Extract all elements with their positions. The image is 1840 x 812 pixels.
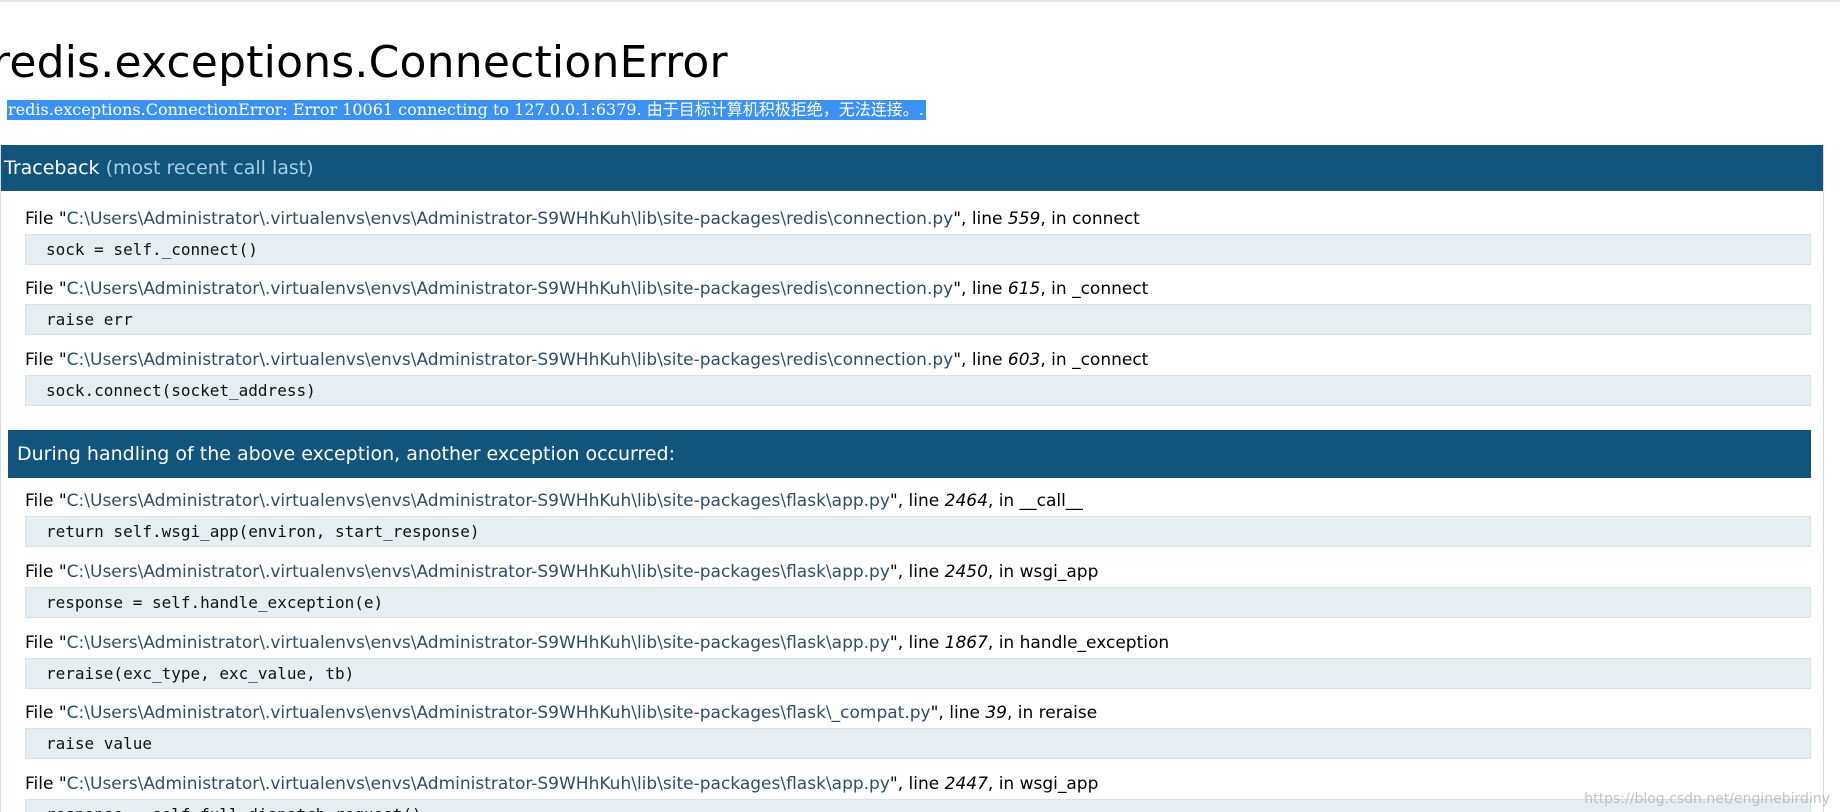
error-message[interactable]: redis.exceptions.ConnectionError: Error … xyxy=(7,100,926,120)
frame-source-line[interactable]: reraise(exc_type, exc_value, tb) xyxy=(25,658,1811,689)
frame-file-prefix: File " xyxy=(25,209,67,229)
traceback-frame[interactable]: File "C:\Users\Administrator\.virtualenv… xyxy=(25,278,1811,335)
frame-location: File "C:\Users\Administrator\.virtualenv… xyxy=(25,773,1811,795)
frame-line-number: 603 xyxy=(1007,350,1041,370)
frame-file-prefix: File " xyxy=(25,279,67,299)
frame-line-number: 2450 xyxy=(944,562,988,582)
frame-function: , in wsgi_app xyxy=(987,562,1099,582)
frame-function: , in connect xyxy=(1040,209,1140,229)
frame-location: File "C:\Users\Administrator\.virtualenv… xyxy=(25,490,1811,512)
frame-line-number: 1867 xyxy=(944,633,988,653)
frame-file-path: C:\Users\Administrator\.virtualenvs\envs… xyxy=(66,350,954,370)
traceback-frame[interactable]: File "C:\Users\Administrator\.virtualenv… xyxy=(25,561,1811,618)
top-rule xyxy=(0,0,1840,2)
frame-location: File "C:\Users\Administrator\.virtualenv… xyxy=(25,278,1811,300)
frame-line-prefix: ", line xyxy=(889,633,945,653)
traceback-frame[interactable]: File "C:\Users\Administrator\.virtualenv… xyxy=(25,702,1811,759)
traceback-frame[interactable]: File "C:\Users\Administrator\.virtualenv… xyxy=(25,490,1811,547)
frame-location: File "C:\Users\Administrator\.virtualenv… xyxy=(25,208,1811,230)
frame-function: , in reraise xyxy=(1006,703,1098,723)
frame-line-prefix: ", line xyxy=(930,703,986,723)
frame-source-line[interactable]: raise value xyxy=(25,728,1811,759)
frame-file-path: C:\Users\Administrator\.virtualenvs\envs… xyxy=(66,703,931,723)
traceback-frame[interactable]: File "C:\Users\Administrator\.virtualenv… xyxy=(25,773,1811,812)
frame-file-prefix: File " xyxy=(25,562,67,582)
frame-line-number: 559 xyxy=(1007,209,1041,229)
frame-line-number: 2464 xyxy=(944,491,988,511)
frame-line-prefix: ", line xyxy=(889,562,945,582)
frame-file-path: C:\Users\Administrator\.virtualenvs\envs… xyxy=(66,491,890,511)
frame-file-prefix: File " xyxy=(25,633,67,653)
frame-location: File "C:\Users\Administrator\.virtualenv… xyxy=(25,632,1811,654)
frame-source-line[interactable]: return self.wsgi_app(environ, start_resp… xyxy=(25,516,1811,547)
watermark: https://blog.csdn.net/enginebirdiny xyxy=(1584,791,1830,807)
traceback-frame[interactable]: File "C:\Users\Administrator\.virtualenv… xyxy=(25,208,1811,265)
frame-source-line[interactable]: sock.connect(socket_address) xyxy=(25,375,1811,406)
frame-line-number: 39 xyxy=(985,703,1007,723)
frame-file-prefix: File " xyxy=(25,350,67,370)
frame-line-number: 615 xyxy=(1007,279,1041,299)
frame-file-prefix: File " xyxy=(25,774,67,794)
frame-function: , in _connect xyxy=(1040,350,1149,370)
frame-file-path: C:\Users\Administrator\.virtualenvs\envs… xyxy=(66,633,890,653)
frame-source-line[interactable]: raise err xyxy=(25,304,1811,335)
traceback-frame[interactable]: File "C:\Users\Administrator\.virtualenv… xyxy=(25,349,1811,406)
frame-line-prefix: ", line xyxy=(953,350,1008,370)
traceback-panel: Traceback (most recent call last) File "… xyxy=(0,145,1824,812)
page-title: redis.exceptions.ConnectionError xyxy=(0,37,728,88)
traceback-header-label: Traceback xyxy=(4,157,100,179)
frame-source-line[interactable]: response = self.handle_exception(e) xyxy=(25,587,1811,618)
frame-file-path: C:\Users\Administrator\.virtualenvs\envs… xyxy=(66,562,890,582)
chained-exception-divider: During handling of the above exception, … xyxy=(8,430,1811,478)
traceback-header-hint: (most recent call last) xyxy=(105,157,314,179)
frame-file-path: C:\Users\Administrator\.virtualenvs\envs… xyxy=(66,209,954,229)
traceback-frame[interactable]: File "C:\Users\Administrator\.virtualenv… xyxy=(25,632,1811,689)
frame-line-number: 2447 xyxy=(944,774,988,794)
frame-location: File "C:\Users\Administrator\.virtualenv… xyxy=(25,349,1811,371)
frame-source-line[interactable]: response = self.full_dispatch_request() xyxy=(25,799,1811,812)
frame-file-prefix: File " xyxy=(25,491,67,511)
frame-file-path: C:\Users\Administrator\.virtualenvs\envs… xyxy=(66,279,954,299)
frame-location: File "C:\Users\Administrator\.virtualenv… xyxy=(25,561,1811,583)
frame-file-prefix: File " xyxy=(25,703,67,723)
frame-location: File "C:\Users\Administrator\.virtualenv… xyxy=(25,702,1811,724)
frame-file-path: C:\Users\Administrator\.virtualenvs\envs… xyxy=(66,774,890,794)
frame-function: , in handle_exception xyxy=(987,633,1170,653)
frame-line-prefix: ", line xyxy=(889,774,945,794)
frame-source-line[interactable]: sock = self._connect() xyxy=(25,234,1811,265)
frame-function: , in __call__ xyxy=(987,491,1083,511)
frame-function: , in _connect xyxy=(1040,279,1149,299)
frame-line-prefix: ", line xyxy=(953,279,1008,299)
traceback-header: Traceback (most recent call last) xyxy=(1,145,1823,191)
frame-function: , in wsgi_app xyxy=(987,774,1099,794)
frame-line-prefix: ", line xyxy=(889,491,945,511)
frame-line-prefix: ", line xyxy=(953,209,1008,229)
